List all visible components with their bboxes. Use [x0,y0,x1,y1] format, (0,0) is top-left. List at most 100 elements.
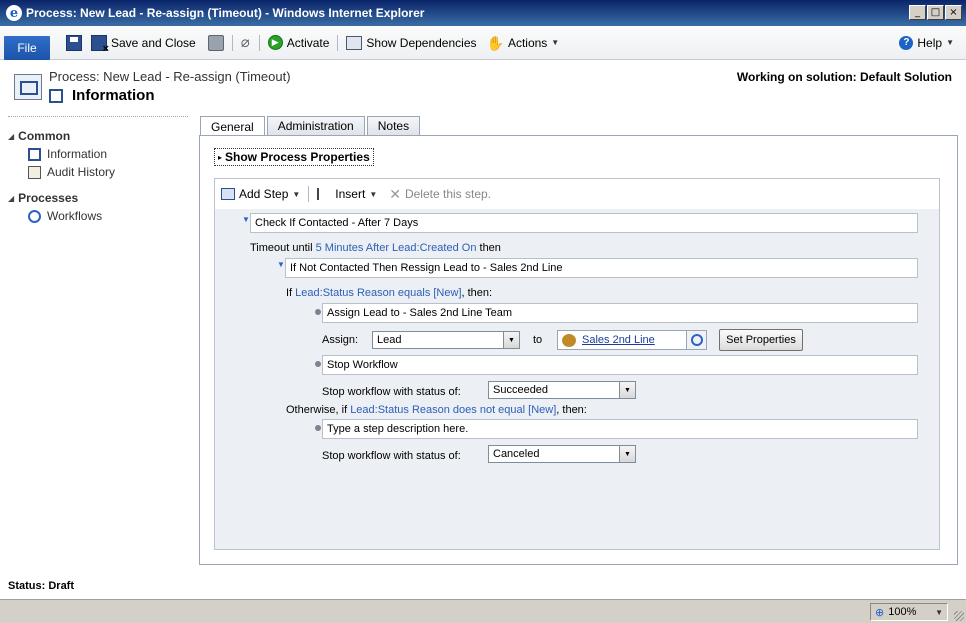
assign-entity-value: Lead [377,334,402,346]
chevron-down-icon: ▼ [369,189,378,199]
assign-team-lookup[interactable]: Sales 2nd Line [557,330,707,350]
step-bullet [315,309,321,315]
timeout-prefix: Timeout until [250,242,316,254]
set-properties-button[interactable]: Set Properties [719,329,803,351]
stop-status-label: Stop workflow with status of: [322,386,461,398]
form-tabs: General Administration Notes [200,116,421,136]
workflow-designer: Add Step ▼ Insert ▼ ✕ Delete this step. … [214,178,940,550]
nav-section-common-label: Common [18,129,71,143]
otherwise-condition-link[interactable]: Lead:Status Reason does not equal [New] [350,404,556,416]
print-icon[interactable] [207,34,224,51]
timeout-condition-link[interactable]: 5 Minutes After Lead:Created On [316,242,477,254]
nav-section-processes-label: Processes [18,191,79,205]
show-dependencies-button[interactable]: Show Dependencies [346,35,477,50]
nav-item-audit-history[interactable]: Audit History [28,165,115,179]
ie-logo-icon: e [6,5,22,21]
nav-divider [8,116,188,117]
step-check-if-contacted[interactable]: Check If Contacted - After 7 Days [250,213,918,233]
collapse-step-icon[interactable]: ▼ [242,215,250,224]
save-and-close-button[interactable]: Save and Close [91,34,196,55]
show-process-properties-toggle[interactable]: ▸ Show Process Properties [214,148,374,166]
chevron-down-icon: ▼ [503,332,519,348]
file-button[interactable]: File [4,35,50,60]
left-navigation: ◢ Common Information Audit History ◢ Pro… [0,116,192,576]
step-reassign-lead[interactable]: If Not Contacted Then Ressign Lead to - … [285,258,918,278]
tab-general[interactable]: General [200,116,265,136]
minimize-button[interactable]: _ [909,5,926,20]
workflows-icon [28,209,41,223]
close-button[interactable]: × [945,5,962,20]
window-title: Process: New Lead - Re-assign (Timeout) … [26,6,425,20]
chevron-down-icon: ▼ [619,446,635,462]
lookup-search-icon[interactable] [686,331,706,349]
otherwise-suffix: , then: [556,404,587,416]
stop-status-value-2: Canceled [493,448,540,460]
stop-status-value: Succeeded [493,384,549,396]
collapse-triangle-icon: ◢ [8,131,15,141]
assign-label: Assign: [322,334,359,346]
chevron-down-icon: ▼ [935,607,943,617]
attach-icon[interactable]: ⌀ [241,34,251,51]
form-subtitle: Process: New Lead - Re-assign (Timeout) [49,69,291,84]
actions-menu-button[interactable]: ✋ Actions ▼ [487,35,560,51]
if-suffix: , then: [461,287,493,299]
nav-item-information-label: Information [47,147,108,161]
stop-status-select[interactable]: Succeeded ▼ [488,381,636,399]
zoom-level: 100% [888,606,917,618]
help-menu-button[interactable]: ? Help ▼ [899,35,954,50]
tab-notes[interactable]: Notes [366,116,421,135]
stop-status-select-2[interactable]: Canceled ▼ [488,445,636,463]
browser-status-bar: ⊕ 100% ▼ [0,599,966,623]
save-and-close-label: Save and Close [111,35,196,50]
nav-item-workflows[interactable]: Workflows [28,209,102,223]
activate-icon: ▶ [267,35,283,50]
toolbar-separator [308,186,310,202]
solution-indicator: Working on solution: Default Solution [736,70,952,84]
chevron-down-icon: ▼ [619,382,635,398]
add-step-icon [221,188,235,200]
step-stop-workflow[interactable]: Stop Workflow [322,355,918,375]
add-step-button[interactable]: Add Step ▼ [221,187,300,201]
chevron-down-icon: ▼ [292,189,301,199]
if-condition-link[interactable]: Lead:Status Reason equals [New] [295,287,461,299]
zoom-control[interactable]: ⊕ 100% ▼ [870,603,948,621]
nav-item-information[interactable]: Information [28,147,107,161]
insert-icon [317,188,331,200]
chevron-down-icon: ▼ [551,38,560,47]
window-titlebar: e Process: New Lead - Re-assign (Timeout… [0,0,966,26]
process-entity-icon [14,74,42,100]
timeout-suffix: then [476,242,501,254]
insert-button[interactable]: Insert ▼ [317,187,377,201]
step-bullet [315,361,321,367]
save-icon[interactable] [66,34,82,51]
help-label: Help [917,35,943,50]
nav-item-audit-history-label: Audit History [47,165,116,179]
main-content: General Administration Notes ▸ Show Proc… [192,116,966,576]
if-prefix: If [286,287,296,299]
delete-step-label: Delete this step. [404,187,492,201]
step-description-input[interactable]: Type a step description here. [322,419,918,439]
actions-hand-icon: ✋ [486,34,504,51]
toolbar-separator [337,34,339,51]
dependencies-icon [346,35,363,50]
tab-administration[interactable]: Administration [266,116,365,135]
activate-button[interactable]: ▶ Activate [267,35,329,50]
status-label: Status: [8,580,46,592]
assign-entity-select[interactable]: Lead ▼ [372,331,520,349]
step-bullet [315,425,321,431]
help-icon: ? [899,35,914,50]
collapse-step-icon[interactable]: ▼ [277,260,285,269]
record-status: Status: Draft [8,580,74,592]
step-assign-lead[interactable]: Assign Lead to - Sales 2nd Line Team [322,303,918,323]
zoom-magnifier-icon: ⊕ [875,606,885,619]
nav-section-processes[interactable]: ◢ Processes [8,191,78,205]
tab-panel-general: ▸ Show Process Properties Add Step ▼ Ins… [199,135,958,565]
nav-section-common[interactable]: ◢ Common [8,129,70,143]
assign-team-link[interactable]: Sales 2nd Line [582,334,655,346]
maximize-button[interactable]: □ [927,5,944,20]
show-dependencies-label: Show Dependencies [366,35,477,50]
audit-history-icon [28,165,41,179]
form-header: Process: New Lead - Re-assign (Timeout) … [0,60,966,116]
resize-grip[interactable] [954,611,964,621]
delete-step-button[interactable]: ✕ Delete this step. [389,186,491,203]
